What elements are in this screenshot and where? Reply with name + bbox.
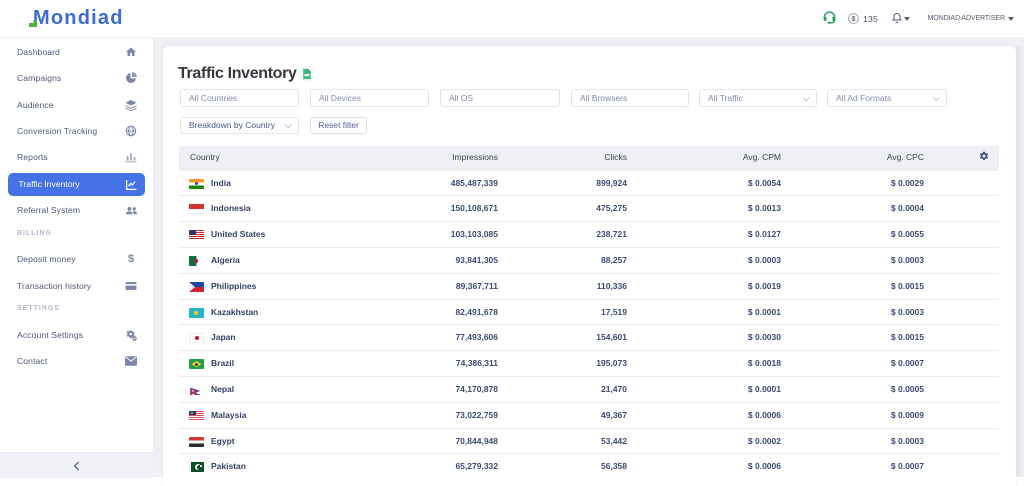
svg-text:$: $ xyxy=(852,16,856,23)
